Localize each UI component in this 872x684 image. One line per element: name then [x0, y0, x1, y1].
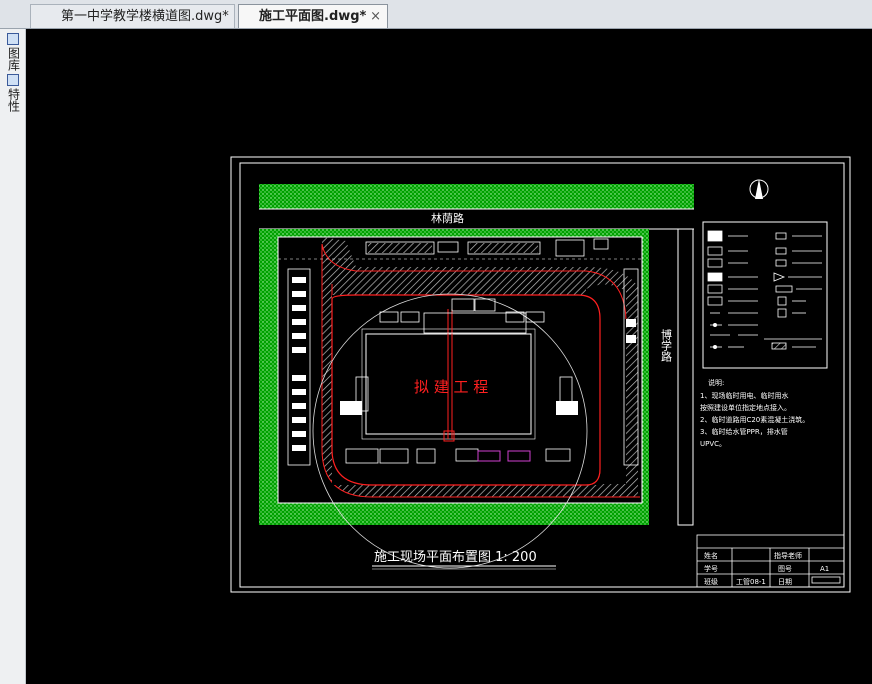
note-line: 1、现场临时用电、临时用水: [700, 391, 788, 400]
notes-heading: 说明:: [708, 378, 724, 387]
title-block-name-label: 姓名: [704, 551, 718, 560]
note-line: UPVC。: [700, 440, 726, 448]
tab-label: 第一中学教学楼横道图.dwg*: [61, 9, 229, 24]
note-line: 2、临时道路用C20素混凝土浇筑。: [700, 415, 809, 424]
title-block-date-label: 日期: [778, 578, 792, 586]
tab-label: 施工平面图.dwg*: [259, 9, 367, 24]
title-block-drawing-no-label: 图号: [778, 565, 792, 573]
note-line: 按照建设单位指定地点接入。: [700, 403, 791, 412]
notes-block: 说明: 1、现场临时用电、临时用水 按照建设单位指定地点接入。 2、临时道路用C…: [700, 378, 809, 448]
sidebar-item-label: 图库: [6, 47, 21, 71]
side-palette-bar: 图库 特性: [0, 29, 26, 684]
note-line: 3、临时给水管PPR，排水管: [700, 427, 788, 436]
title-block-drawing-no: A1: [820, 565, 829, 573]
document-tab-bar: 第一中学教学楼横道图.dwg* 施工平面图.dwg* ×: [0, 0, 872, 29]
site-plan-drawing: 林荫路 博学路 拟 建 工 程 说明: 1、现场临时用电、临时用水 按照建设单位…: [230, 156, 851, 593]
title-block-id-label: 学号: [704, 564, 718, 573]
tab-document-1[interactable]: 第一中学教学楼横道图.dwg*: [30, 4, 235, 28]
title-block-advisor-label: 指导老师: [774, 551, 802, 560]
title-block: [696, 534, 845, 588]
sidebar-item-library[interactable]: 图库: [5, 33, 21, 74]
tab-close-button[interactable]: ×: [370, 5, 381, 29]
road-label-top: 林荫路: [431, 211, 464, 225]
title-block-class-label: 班级: [704, 577, 718, 586]
legend-box: [702, 221, 828, 369]
road-label-right: 博学路: [660, 329, 673, 363]
title-block-class-value: 工管08-1: [736, 577, 766, 586]
green-belt-top: [259, 184, 694, 209]
sidebar-item-label: 特性: [6, 88, 21, 112]
tab-document-2[interactable]: 施工平面图.dwg* ×: [238, 4, 388, 28]
sidebar-item-properties[interactable]: 特性: [5, 74, 21, 115]
drawing-canvas[interactable]: 林荫路 博学路 拟 建 工 程 说明: 1、现场临时用电、临时用水 按照建设单位…: [26, 29, 872, 684]
building-label: 拟 建 工 程: [414, 378, 488, 396]
properties-icon: [7, 74, 19, 86]
library-icon: [7, 33, 19, 45]
drawing-title: 施工现场平面布置图 1: 200: [374, 550, 537, 565]
